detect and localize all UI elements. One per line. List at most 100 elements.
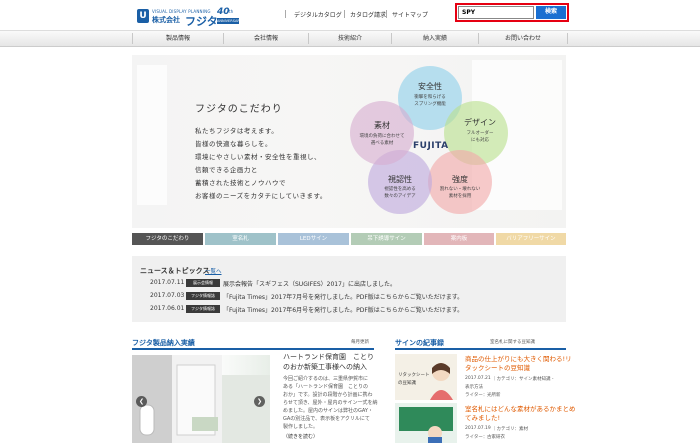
- article-writer-name: 古家研衣: [487, 435, 505, 440]
- article-thumb-illustration: [399, 407, 453, 443]
- circle-material-sub: 選べる素材: [370, 141, 394, 146]
- hero-title: フジタのこだわり: [195, 104, 283, 115]
- hero-bg-window: [137, 65, 167, 205]
- util-separator: [386, 10, 387, 18]
- news-badge: フジタ情報誌: [186, 305, 220, 313]
- util-link-catalog-request[interactable]: カタログ請求: [350, 10, 386, 19]
- tab-guide-board[interactable]: 案内板: [424, 233, 494, 245]
- gnav-separator: [567, 33, 568, 44]
- circle-strength-sub: 素材を採用: [448, 194, 472, 199]
- tab-hanging-sign[interactable]: 吊下誘導サイン: [351, 233, 422, 245]
- gnav-item-technology[interactable]: 技術紹介: [309, 30, 391, 47]
- article-date: 2017.07.19: [465, 426, 491, 431]
- article-writer-name: 光所新: [487, 393, 501, 398]
- hero-center-label: FUJITA: [413, 141, 449, 151]
- news-date: 2017.07.03: [150, 292, 185, 299]
- util-link-digital-catalog[interactable]: デジタルカタログ: [294, 10, 342, 19]
- gnav-item-contact[interactable]: お問い合わせ: [479, 30, 567, 47]
- logo-u-mark: U: [137, 9, 149, 23]
- circle-visibility-sub: 数々のアイデア: [384, 194, 416, 199]
- anniversary-label: ANNIVERSARY: [217, 18, 242, 24]
- works-read-more-link[interactable]: （続きを読む）: [283, 433, 318, 440]
- circle-design-sub: にも対応: [471, 138, 489, 143]
- util-link-sitemap[interactable]: サイトマップ: [392, 10, 428, 19]
- tab-barrier-free-sign[interactable]: バリアフリーサイン: [496, 233, 566, 245]
- hero-text-line: 皆様の快適な暮らしを。: [195, 140, 272, 148]
- works-item-desc: おか」です。設計の段階から計画に携わ: [283, 392, 373, 398]
- circle-strength-title: 強度: [452, 175, 468, 184]
- news-item-link[interactable]: 展示会報告「スギフェス（SUGIFES）2017」に出店しました。: [223, 279, 396, 288]
- circle-design-title: デザイン: [464, 118, 496, 127]
- circle-safety-title: 安全性: [418, 82, 442, 91]
- hero-text-line: 蓄積された技術とノウハウで: [195, 179, 286, 187]
- works-item-desc: ある「ハートランド保育園 ことりの: [283, 384, 369, 390]
- article-writer-label: ライター：: [465, 393, 488, 398]
- search-button[interactable]: 検索: [536, 6, 566, 19]
- news-badge: フジタ情報誌: [186, 292, 220, 300]
- circle-strength-sub: 割れない・壊れない: [439, 187, 481, 192]
- works-item-desc: 製作しました。: [283, 424, 319, 430]
- article-thumbnail[interactable]: [395, 403, 457, 443]
- gnav-item-works[interactable]: 納入実績: [392, 30, 478, 47]
- logo-company-prefix: 株式会社: [152, 16, 180, 24]
- anniversary-number: 40: [217, 7, 230, 17]
- carousel-prev-button[interactable]: ❮: [136, 396, 147, 407]
- util-separator: [285, 10, 286, 18]
- works-section-link[interactable]: 毎月更新: [351, 339, 369, 345]
- circle-safety-sub: 衝撃を和らげる: [414, 95, 446, 100]
- article-category-extra: 表示方法: [465, 385, 483, 390]
- tab-kodawari[interactable]: フジタのこだわり: [132, 233, 203, 245]
- works-photo: [132, 355, 270, 443]
- news-item-link[interactable]: 「Fujita Times」2017年6月号を発行しました。PDF版はこちらから…: [223, 305, 463, 314]
- tab-led-sign[interactable]: LEDサイン: [278, 233, 349, 245]
- util-separator: [344, 10, 345, 18]
- article-category: ｜カテゴリ：サイン素材知識 -: [492, 377, 554, 382]
- articles-section-title: サインの紀事録: [395, 339, 444, 347]
- fujita-logo[interactable]: U VISUAL DISPLAY PLANNING 株式会社 フジタ 40 th…: [137, 7, 247, 28]
- article-title-line[interactable]: てみました!: [465, 414, 500, 423]
- article-date: 2017.07.21: [465, 376, 491, 381]
- works-section-title: フジタ製品納入実績: [132, 339, 195, 347]
- article-category: ｜カテゴリ：素材: [492, 427, 528, 432]
- news-title: ニュース＆トピックス: [140, 267, 210, 275]
- hero-text-line: 私たちフジタは考えます。: [195, 127, 279, 135]
- works-item-desc: めました。屋内のサインは弊社のGAY・: [283, 408, 373, 414]
- articles-section-rule: [395, 348, 566, 350]
- hero-text-line: 環境にやさしい素材・安全性を重視し、: [195, 153, 321, 161]
- search-input[interactable]: [458, 6, 534, 19]
- works-item-desc: らせて頂き、屋外・屋内のサイン一式を納: [283, 400, 378, 406]
- thumb-caption: の豆知識: [398, 381, 416, 386]
- works-item-title-line[interactable]: ハートランド保育園 ことり: [283, 352, 374, 362]
- thumb-caption: リタックシート: [398, 373, 430, 378]
- circle-design-sub: フルオーダー: [466, 131, 494, 136]
- circle-material-sub: 環境の負荷に合わせて: [359, 134, 405, 139]
- works-item-desc: 今回ご紹介するのは、三重県伊賀市に: [283, 376, 369, 382]
- article-title-line[interactable]: 商品の仕上がりにも大きく関わる!リ: [465, 355, 572, 364]
- circle-safety-sub: スプリング機能: [414, 102, 446, 107]
- gnav-item-company[interactable]: 会社情報: [224, 30, 308, 47]
- circle-visibility-title: 視認性: [388, 175, 412, 184]
- works-photo-carousel[interactable]: [132, 355, 270, 443]
- works-item-title-line[interactable]: のおか新築工事様への納入: [283, 362, 367, 372]
- carousel-next-button[interactable]: ❯: [254, 396, 265, 407]
- gnav-item-products[interactable]: 製品情報: [133, 30, 223, 47]
- works-section-rule: [132, 348, 374, 350]
- news-item-link[interactable]: 「Fujita Times」2017年7月号を発行しました。PDF版はこちらから…: [223, 292, 463, 301]
- article-title-line[interactable]: 室名札にはどんな素材があるかまとめ: [465, 405, 576, 414]
- tab-room-sign[interactable]: 室名札: [205, 233, 276, 245]
- anniversary-suffix: th: [229, 9, 234, 14]
- news-date: 2017.07.11: [150, 279, 185, 286]
- hero-text-line: 信頼できる企画力と: [195, 166, 258, 174]
- article-title-line[interactable]: タックシートの豆知識: [465, 364, 530, 373]
- articles-section-link[interactable]: 室名札に関する豆知識: [490, 339, 535, 345]
- circle-material-title: 素材: [374, 121, 390, 130]
- news-more-link[interactable]: 一覧へ: [205, 267, 222, 275]
- hero-text-line: お客様のニーズをカタチにしていきます。: [195, 192, 327, 200]
- news-date: 2017.06.01: [150, 305, 185, 312]
- news-badge: 展示会情報: [186, 279, 220, 287]
- works-item-desc: GAの別注品で、表示板をアクリルにて: [283, 416, 370, 422]
- article-writer-label: ライター：: [465, 435, 488, 440]
- article-thumbnail[interactable]: リタックシート の豆知識: [395, 354, 457, 400]
- circle-visibility-sub: 視認性を高める: [384, 187, 416, 192]
- logo-company-name: フジタ: [185, 15, 218, 28]
